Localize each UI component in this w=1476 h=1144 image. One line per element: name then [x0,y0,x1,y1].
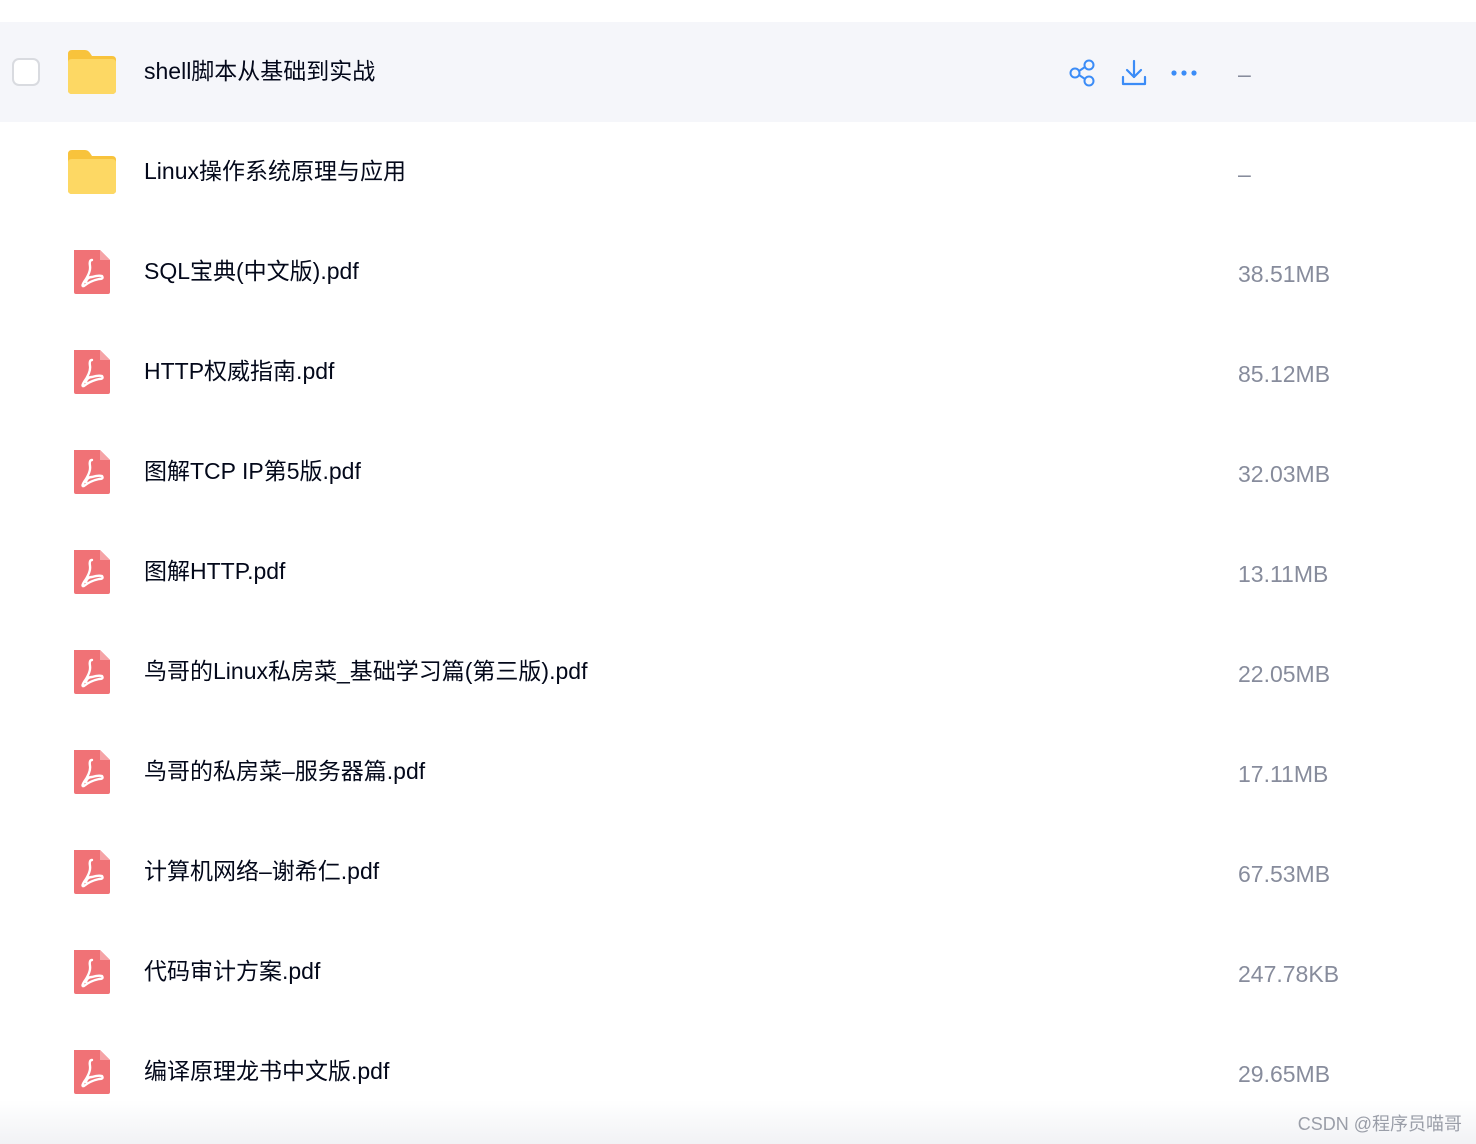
file-size: – [1238,161,1251,187]
file-size: – [1238,61,1251,87]
file-row[interactable]: 计算机网络–谢希仁.pdf 67.53MB [0,822,1476,922]
file-name[interactable]: Linux操作系统原理与应用 [144,156,406,186]
file-row[interactable]: HTTP权威指南.pdf 85.12MB [0,322,1476,422]
file-size: 17.11MB [1238,761,1329,787]
file-size: 38.51MB [1238,261,1331,287]
file-name[interactable]: 代码审计方案.pdf [144,956,320,986]
file-name[interactable]: shell脚本从基础到实战 [144,56,375,86]
file-list: shell脚本从基础到实战 – Linux操作系统原理与应用 – SQL宝典(中… [0,22,1476,1122]
file-row[interactable]: shell脚本从基础到实战 – [0,22,1476,122]
file-name[interactable]: 编译原理龙书中文版.pdf [144,1056,389,1086]
file-row[interactable]: 代码审计方案.pdf 247.78KB [0,922,1476,1022]
file-size: 13.11MB [1238,561,1329,587]
file-size: 22.05MB [1238,661,1331,687]
file-row[interactable]: 图解TCP IP第5版.pdf 32.03MB [0,422,1476,522]
file-row[interactable]: 鸟哥的Linux私房菜_基础学习篇(第三版).pdf 22.05MB [0,622,1476,722]
file-name[interactable]: 鸟哥的Linux私房菜_基础学习篇(第三版).pdf [144,656,587,686]
pdf-icon [66,948,118,996]
file-name[interactable]: 图解TCP IP第5版.pdf [144,456,361,486]
pdf-icon [66,648,118,696]
pdf-icon [66,1048,118,1096]
download-icon[interactable] [1118,58,1150,88]
folder-icon [66,48,118,96]
file-size: 29.65MB [1238,1061,1331,1087]
pdf-icon [66,348,118,396]
file-name[interactable]: 鸟哥的私房菜–服务器篇.pdf [144,756,425,786]
file-size: 32.03MB [1238,461,1331,487]
pdf-icon [66,748,118,796]
file-size: 67.53MB [1238,861,1331,887]
file-name[interactable]: 计算机网络–谢希仁.pdf [144,856,379,886]
file-name[interactable]: SQL宝典(中文版).pdf [144,256,359,286]
file-name[interactable]: HTTP权威指南.pdf [144,356,334,386]
file-row[interactable]: SQL宝典(中文版).pdf 38.51MB [0,222,1476,322]
bottom-fade [0,1100,1476,1144]
file-row[interactable]: 鸟哥的私房菜–服务器篇.pdf 17.11MB [0,722,1476,822]
share-icon[interactable] [1066,58,1098,88]
file-size: 85.12MB [1238,361,1331,387]
pdf-icon [66,248,118,296]
watermark: CSDN @程序员喵哥 [1297,1114,1462,1134]
pdf-icon [66,548,118,596]
file-row[interactable]: Linux操作系统原理与应用 – [0,122,1476,222]
pdf-icon [66,848,118,896]
more-icon[interactable] [1168,58,1200,88]
row-checkbox[interactable] [12,58,40,86]
pdf-icon [66,448,118,496]
file-name[interactable]: 图解HTTP.pdf [144,556,285,586]
file-size: 247.78KB [1238,961,1340,987]
folder-icon [66,148,118,196]
file-row[interactable]: 图解HTTP.pdf 13.11MB [0,522,1476,622]
